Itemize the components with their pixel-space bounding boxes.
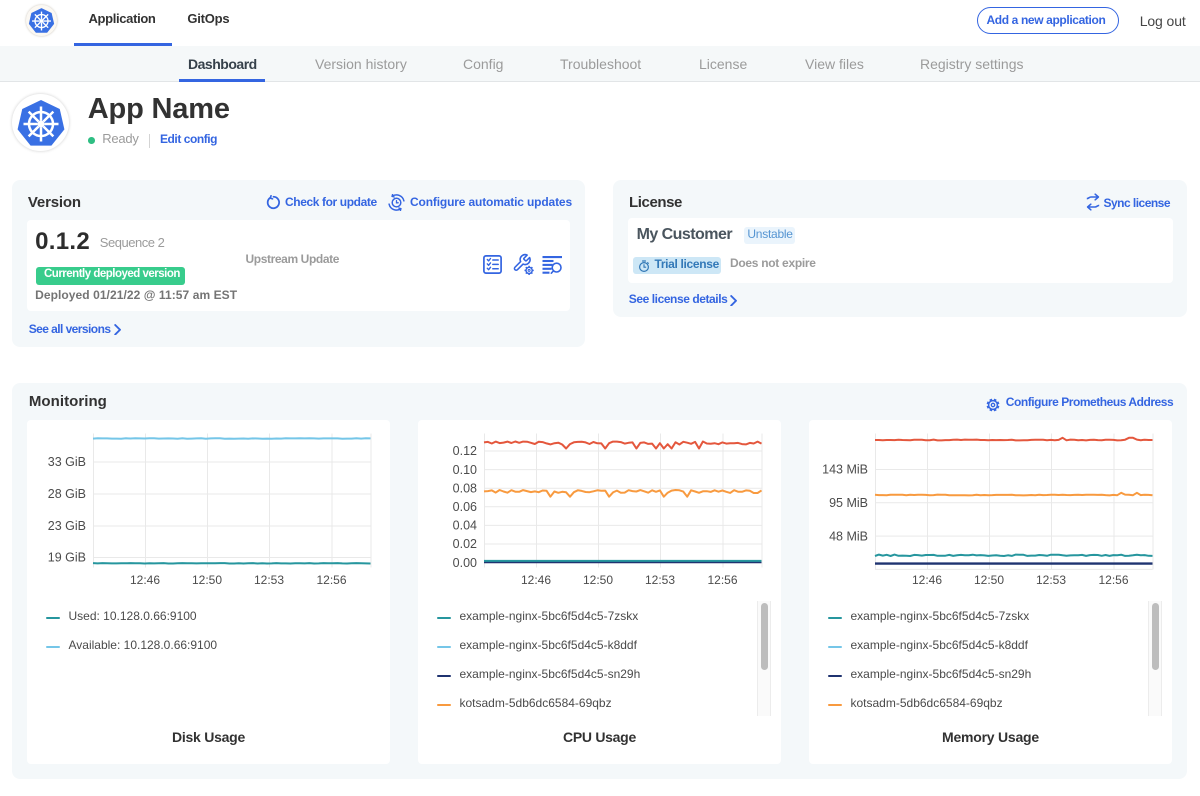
svg-text:28 GiB: 28 GiB bbox=[48, 487, 86, 501]
svg-text:19 GiB: 19 GiB bbox=[48, 551, 86, 565]
svg-text:95 MiB: 95 MiB bbox=[829, 496, 868, 510]
svg-text:0.06: 0.06 bbox=[453, 500, 477, 514]
svg-text:48 MiB: 48 MiB bbox=[829, 529, 868, 543]
svg-text:23 GiB: 23 GiB bbox=[48, 519, 86, 533]
svg-text:143 MiB: 143 MiB bbox=[822, 463, 868, 477]
svg-text:12:53: 12:53 bbox=[645, 573, 675, 587]
svg-text:12:46: 12:46 bbox=[521, 573, 551, 587]
svg-text:12:46: 12:46 bbox=[130, 573, 160, 587]
svg-text:0.12: 0.12 bbox=[453, 444, 477, 458]
svg-text:12:56: 12:56 bbox=[1098, 573, 1128, 587]
svg-text:0.10: 0.10 bbox=[453, 463, 477, 477]
svg-text:12:53: 12:53 bbox=[254, 573, 284, 587]
svg-text:12:50: 12:50 bbox=[974, 573, 1004, 587]
svg-text:0.02: 0.02 bbox=[453, 537, 477, 551]
svg-text:12:56: 12:56 bbox=[707, 573, 737, 587]
svg-text:12:53: 12:53 bbox=[1036, 573, 1066, 587]
svg-text:33 GiB: 33 GiB bbox=[48, 455, 86, 469]
svg-text:0.08: 0.08 bbox=[453, 481, 477, 495]
svg-text:0.04: 0.04 bbox=[453, 519, 477, 533]
svg-text:12:46: 12:46 bbox=[912, 573, 942, 587]
svg-text:0.00: 0.00 bbox=[453, 556, 477, 570]
svg-text:12:50: 12:50 bbox=[192, 573, 222, 587]
svg-text:12:50: 12:50 bbox=[583, 573, 613, 587]
svg-text:12:56: 12:56 bbox=[316, 573, 346, 587]
